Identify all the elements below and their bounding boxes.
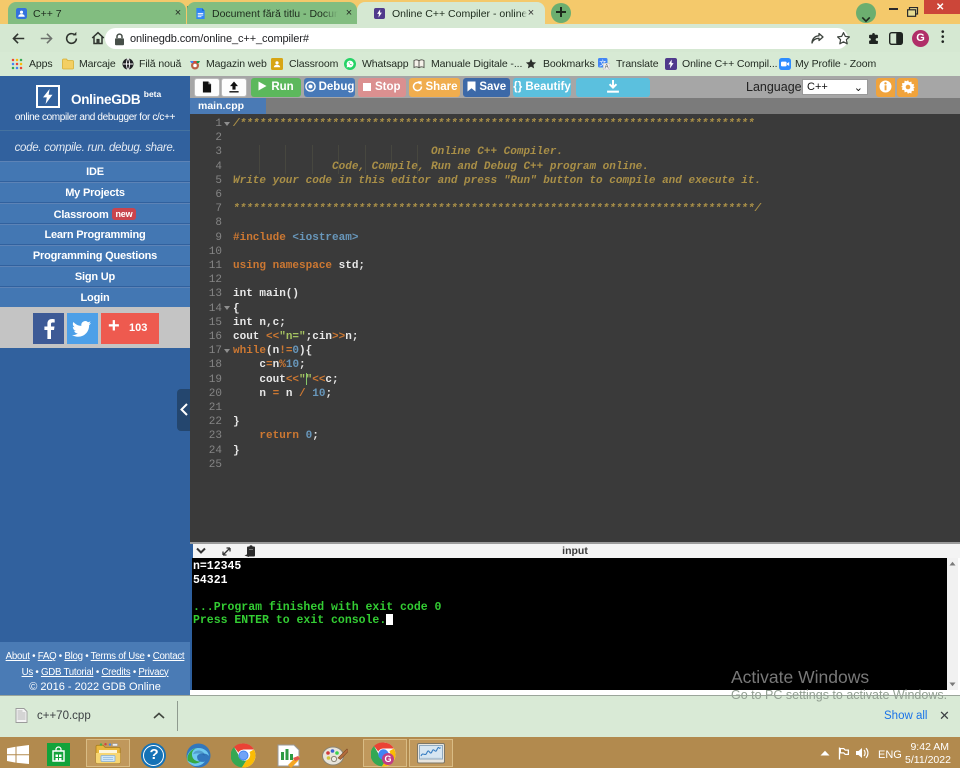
svg-text:A: A (605, 65, 609, 70)
svg-text:G: G (384, 754, 391, 764)
